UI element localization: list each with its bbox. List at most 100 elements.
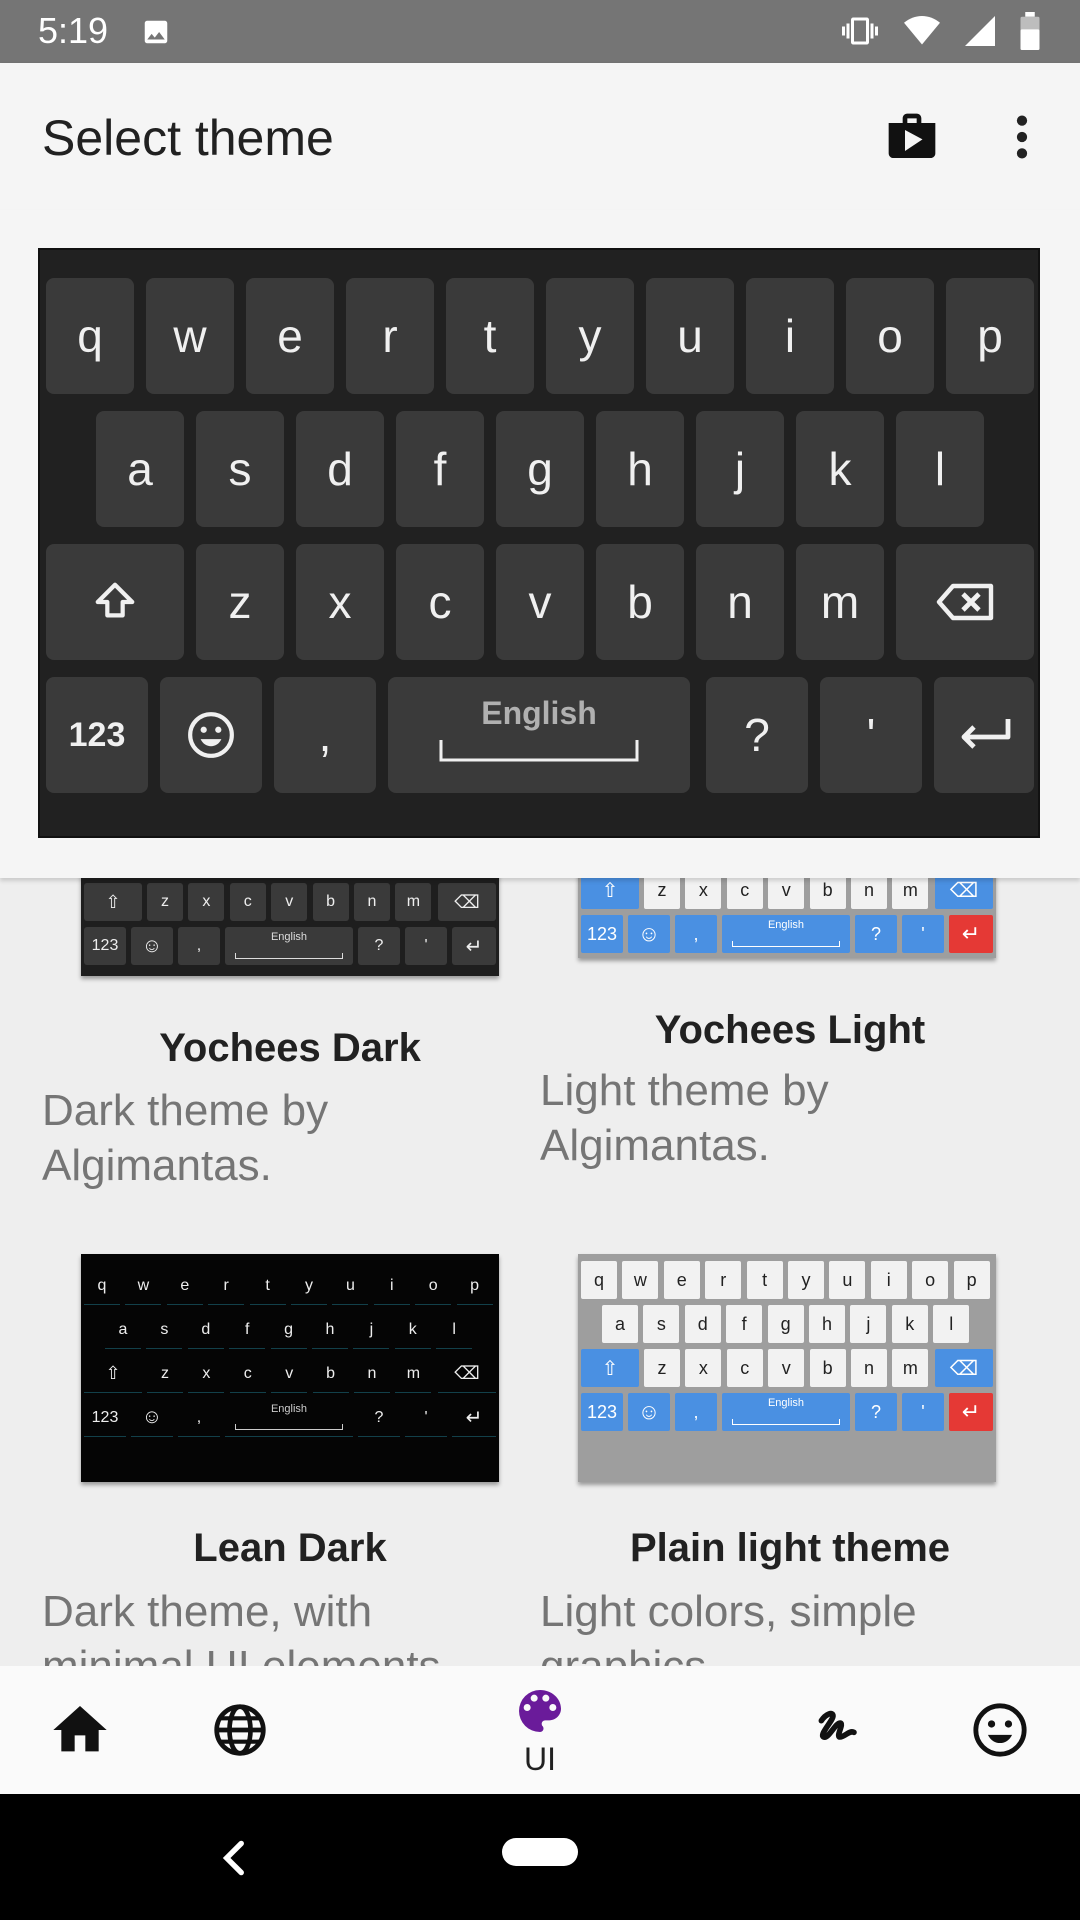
key-e[interactable]: e <box>246 278 334 394</box>
nav-emoji[interactable] <box>960 1666 1040 1794</box>
mini-space-key: English <box>225 1399 353 1437</box>
key-j[interactable]: j <box>696 411 784 527</box>
numbers-key[interactable]: 123 <box>46 677 148 793</box>
mini-key-m: m <box>892 1349 929 1387</box>
mini-key-m: m <box>395 1355 432 1393</box>
mini-numbers-key: 123 <box>581 1393 623 1431</box>
mini-key-s: s <box>146 1311 183 1349</box>
mini-key-f: f <box>229 1311 266 1349</box>
key-s[interactable]: s <box>196 411 284 527</box>
key-y[interactable]: y <box>546 278 634 394</box>
backspace-key[interactable] <box>896 544 1034 660</box>
emoji-icon <box>973 1703 1027 1757</box>
keyboard-preview-panel: q w e r t y u i o p a s d f g h j k l z x c v b n m 123, English? ' <box>0 210 1080 878</box>
mini-key-a: a <box>602 1305 638 1343</box>
enter-icon <box>961 719 1011 749</box>
mini-key-b: b <box>312 1355 349 1393</box>
mini-key-p: p <box>456 1267 493 1305</box>
mini-key-x: x <box>685 1349 722 1387</box>
key-w[interactable]: w <box>146 278 234 394</box>
home-pill-icon[interactable] <box>502 1838 578 1866</box>
mini-key-n: n <box>354 883 390 921</box>
key-k[interactable]: k <box>796 411 884 527</box>
apostrophe-key[interactable]: ' <box>820 677 922 793</box>
theme-description: Light theme by Algimantas. <box>540 1066 829 1170</box>
nav-home[interactable] <box>40 1666 120 1794</box>
key-f[interactable]: f <box>396 411 484 527</box>
theme-card-lean-dark[interactable]: q w e r t y u i o p a s d f g h j k l ⇧ z x c v b n m ⌫ 123 ☺, English… <box>0 1254 500 1666</box>
mini-enter-key: ↵ <box>452 1399 496 1437</box>
question-key[interactable]: ? <box>706 677 808 793</box>
system-navigation-bar <box>0 1794 1080 1920</box>
mini-key-y: y <box>788 1261 824 1299</box>
space-key[interactable]: English <box>388 677 690 793</box>
emoji-icon <box>188 712 234 758</box>
key-b[interactable]: b <box>596 544 684 660</box>
theme-name: Lean Dark <box>193 1526 387 1570</box>
shift-key[interactable] <box>46 544 184 660</box>
theme-list[interactable]: ⇧ z x c v b n m ⌫ 123 ☺, English? ' ↵ Yochees Dark Da… <box>0 878 1080 1666</box>
key-r[interactable]: r <box>346 278 434 394</box>
mini-shift-key: ⇧ <box>581 1349 639 1387</box>
mini-question-key: ? <box>358 927 400 965</box>
mini-key-n: n <box>354 1355 390 1393</box>
mini-key-p: p <box>953 1261 990 1299</box>
wifi-icon <box>904 16 940 45</box>
mini-key-t: t <box>746 1261 783 1299</box>
keyboard-preview: q w e r t y u i o p a s d f g h j k l z x c v b n m 123, English? ' <box>38 248 1040 838</box>
mini-enter-key: ↵ <box>949 915 993 953</box>
theme-card-plain-light[interactable]: q w e r t y u i o p a s d f g h j k l ⇧ z x c v b n m ⌫ 123 ☺, English… <box>540 1254 1040 1666</box>
mini-numbers-key: 123 <box>84 1399 126 1437</box>
theme-name: Yochees Light <box>654 1008 926 1052</box>
nav-gesture[interactable] <box>800 1666 880 1794</box>
theme-card-yochees-light[interactable]: ⇧ z x c v b n m ⌫ 123 ☺, English? ' ↵ Yochees Light L… <box>540 878 1040 1208</box>
key-v[interactable]: v <box>496 544 584 660</box>
mini-shift-key: ⇧ <box>84 883 142 921</box>
key-d[interactable]: d <box>296 411 384 527</box>
mini-key-n: n <box>851 1349 887 1387</box>
nav-ui[interactable]: UI <box>490 1666 590 1794</box>
mini-key-y: y <box>291 1267 327 1305</box>
mini-key-o: o <box>415 1267 452 1305</box>
key-x[interactable]: x <box>296 544 384 660</box>
enter-key[interactable] <box>934 677 1034 793</box>
mini-key-e: e <box>663 1261 700 1299</box>
key-h[interactable]: h <box>596 411 684 527</box>
mini-comma-key: , <box>675 1393 717 1431</box>
mini-key-w: w <box>125 1267 162 1305</box>
key-l[interactable]: l <box>896 411 984 527</box>
key-a[interactable]: a <box>96 411 184 527</box>
key-n[interactable]: n <box>696 544 784 660</box>
key-u[interactable]: u <box>646 278 734 394</box>
key-t[interactable]: t <box>446 278 534 394</box>
key-g[interactable]: g <box>496 411 584 527</box>
mini-key-b: b <box>809 878 846 909</box>
mini-key-s: s <box>643 1305 680 1343</box>
more-vert-icon[interactable] <box>1000 109 1044 165</box>
key-z[interactable]: z <box>196 544 284 660</box>
mini-key-i: i <box>870 1261 907 1299</box>
comma-key[interactable]: , <box>274 677 376 793</box>
key-i[interactable]: i <box>746 278 834 394</box>
key-c[interactable]: c <box>396 544 484 660</box>
status-time: 5:19 <box>38 10 109 51</box>
key-p[interactable]: p <box>946 278 1034 394</box>
key-q[interactable]: q <box>46 278 134 394</box>
mini-apostrophe-key: ' <box>405 1399 447 1437</box>
play-store-icon[interactable] <box>884 109 940 165</box>
image-icon <box>144 20 168 44</box>
key-m[interactable]: m <box>796 544 884 660</box>
key-o[interactable]: o <box>846 278 934 394</box>
mini-emoji-key: ☺ <box>131 1399 173 1437</box>
nav-languages[interactable] <box>200 1666 280 1794</box>
theme-description: Light colors, simple graphics. <box>540 1587 917 1666</box>
mini-comma-key: , <box>178 927 220 965</box>
mini-key-a: a <box>105 1311 141 1349</box>
theme-card-yochees-dark[interactable]: ⇧ z x c v b n m ⌫ 123 ☺, English? ' ↵ Yochees Dark Da… <box>0 878 500 1208</box>
battery-icon <box>1020 12 1040 50</box>
app-bar: Select theme <box>0 63 1080 210</box>
mini-key-m: m <box>892 878 929 909</box>
mini-key-r: r <box>208 1267 245 1305</box>
back-icon[interactable] <box>210 1830 260 1886</box>
emoji-key[interactable] <box>160 677 262 793</box>
